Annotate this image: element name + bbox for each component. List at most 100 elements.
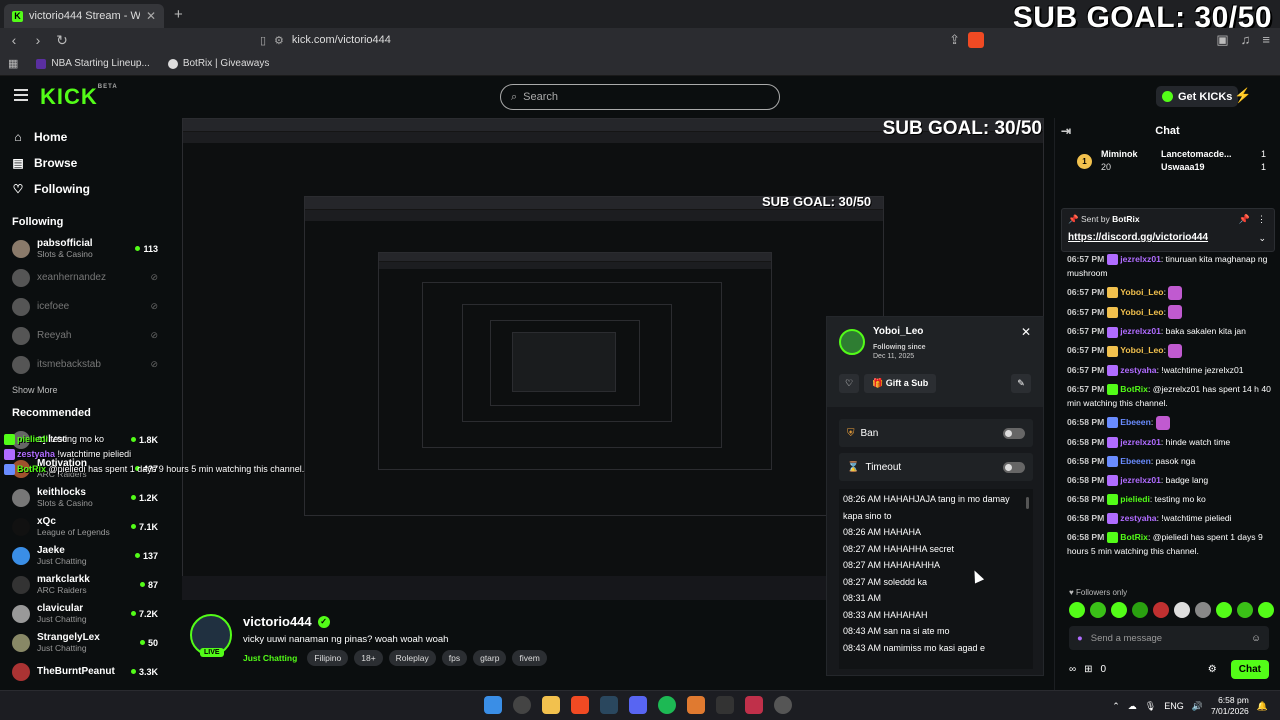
- app-icon[interactable]: [687, 696, 705, 714]
- category-link[interactable]: Just Chatting: [243, 653, 297, 663]
- hamburger-menu-icon[interactable]: [14, 89, 28, 104]
- emote[interactable]: [1258, 602, 1274, 618]
- nav-following[interactable]: ♡ Following: [0, 176, 170, 202]
- chevron-up-icon[interactable]: ⌃: [1112, 701, 1120, 712]
- chat-username[interactable]: Yoboi_Leo: [1120, 345, 1163, 355]
- show-more-link[interactable]: Show More: [0, 379, 170, 401]
- bookmark-nba[interactable]: NBA Starting Lineup...: [36, 58, 150, 69]
- tag[interactable]: gtarp: [473, 650, 507, 666]
- volume-icon[interactable]: 🔊: [1192, 701, 1203, 712]
- spotify-icon[interactable]: [658, 696, 676, 714]
- chat-username[interactable]: pieliedi: [1120, 494, 1150, 504]
- send-message-input[interactable]: ● Send a message ☺: [1069, 626, 1269, 650]
- microphone-icon[interactable]: ●: [1077, 633, 1083, 644]
- user-avatar[interactable]: ⚡: [1234, 87, 1251, 107]
- tag[interactable]: Roleplay: [388, 650, 436, 666]
- gifter-name[interactable]: Lancetomacde...: [1161, 149, 1232, 159]
- tag[interactable]: fps: [441, 650, 468, 666]
- share-icon[interactable]: ⇪: [949, 32, 960, 48]
- new-tab-button[interactable]: +: [174, 6, 183, 23]
- menu-icon[interactable]: ≡: [1262, 32, 1270, 48]
- sidebar-channel-clavicular[interactable]: clavicular Just Chatting 7.2K: [0, 599, 170, 628]
- more-options-icon[interactable]: ⋮: [1257, 214, 1266, 225]
- gift-sub-button[interactable]: 🎁 Gift a Sub: [864, 374, 937, 393]
- user-message-log[interactable]: 08:26 AM HAHAHJAJA tang in mo damay kapa…: [839, 489, 1033, 669]
- emoji-icon[interactable]: ☺: [1251, 633, 1261, 644]
- sidebar-channel-pabsofficial[interactable]: pabsofficial Slots & Casino 113: [0, 234, 170, 263]
- sidebar-channel-xqc[interactable]: xQc League of Legends 7.1K: [0, 512, 170, 541]
- sidebar-channel-theburntpeanut[interactable]: TheBurntPeanut 3.3K: [0, 657, 170, 686]
- timeout-toggle[interactable]: [1003, 461, 1025, 473]
- chat-send-button[interactable]: Chat: [1230, 659, 1269, 679]
- chat-username[interactable]: jezrelxz01: [1120, 475, 1161, 485]
- emote[interactable]: [1237, 602, 1253, 618]
- sidebar-channel-reeyah[interactable]: Reeyah ⊘: [0, 321, 170, 350]
- emote[interactable]: [1195, 602, 1211, 618]
- tag[interactable]: fivem: [512, 650, 547, 666]
- emote[interactable]: [1216, 602, 1232, 618]
- emote[interactable]: [1174, 602, 1190, 618]
- chat-username[interactable]: Ebeeen: [1120, 456, 1151, 466]
- brave-shield-icon[interactable]: [968, 32, 984, 48]
- media-icon[interactable]: ♫: [1241, 32, 1251, 48]
- pin-user-button[interactable]: ✎: [1011, 374, 1031, 393]
- close-tab-icon[interactable]: ✕: [146, 9, 156, 23]
- get-kicks-button[interactable]: Get KICKs: [1156, 86, 1239, 107]
- windows-start-icon[interactable]: [484, 696, 502, 714]
- terminal-icon[interactable]: [716, 696, 734, 714]
- close-icon[interactable]: ✕: [1021, 325, 1031, 339]
- gift-icon[interactable]: ⊞: [1084, 664, 1092, 675]
- sidebar-channel-markclarkk[interactable]: markclarkk ARC Raiders 87: [0, 570, 170, 599]
- obs-icon[interactable]: [774, 696, 792, 714]
- sidebar-channel-strangelylex[interactable]: StrangelyLex Just Chatting 50: [0, 628, 170, 657]
- back-icon[interactable]: ‹: [4, 32, 24, 48]
- chevron-down-icon[interactable]: ⌄: [1258, 233, 1266, 244]
- nav-browse[interactable]: ▤ Browse: [0, 150, 170, 176]
- apps-icon[interactable]: ▦: [8, 57, 18, 70]
- url-field[interactable]: ▯ ⚙ kick.com/victorio444: [260, 30, 994, 50]
- tag[interactable]: 18+: [354, 650, 383, 666]
- chat-username[interactable]: Yoboi_Leo: [1120, 307, 1163, 317]
- popup-username[interactable]: Yoboi_Leo: [873, 326, 923, 337]
- sidebar-channel-icefoee[interactable]: icefoee ⊘: [0, 292, 170, 321]
- emote[interactable]: [1153, 602, 1169, 618]
- search-icon[interactable]: [513, 696, 531, 714]
- network-icon[interactable]: ☁: [1128, 701, 1137, 712]
- pinned-message[interactable]: 📌 Sent by BotRix https://discord.gg/vict…: [1061, 208, 1275, 252]
- bookmark-icon[interactable]: ▯: [260, 34, 266, 47]
- chat-username[interactable]: jezrelxz01: [1120, 254, 1161, 264]
- chat-username[interactable]: zestyaha: [1120, 513, 1156, 523]
- emote[interactable]: [1069, 602, 1085, 618]
- sidebar-channel-jaeke[interactable]: Jaeke Just Chatting 137: [0, 541, 170, 570]
- chat-username[interactable]: Ebeeen: [1120, 417, 1151, 427]
- gifter-name[interactable]: Miminok: [1101, 149, 1138, 159]
- language-indicator[interactable]: ENG: [1164, 701, 1184, 711]
- collapse-chat-icon[interactable]: ⇥: [1061, 124, 1071, 138]
- scrollbar[interactable]: [1026, 497, 1029, 509]
- tag[interactable]: Filipino: [307, 650, 349, 666]
- emote[interactable]: [1090, 602, 1106, 618]
- bookmark-botrix[interactable]: BotRix | Giveaways: [167, 58, 269, 69]
- search-input[interactable]: ⌕ Search: [500, 84, 780, 110]
- notification-icon[interactable]: 🔔: [1257, 701, 1268, 712]
- chat-username[interactable]: jezrelxz01: [1120, 326, 1161, 336]
- sidebar-channel-itsmebackstab[interactable]: itsmebackstab ⊘: [0, 350, 170, 379]
- emote[interactable]: [1132, 602, 1148, 618]
- channel-name[interactable]: victorio444 ✓: [243, 614, 330, 629]
- chat-username[interactable]: zestyaha: [1120, 365, 1156, 375]
- sidebar-toggle-icon[interactable]: ▣: [1216, 32, 1228, 48]
- gifter-name[interactable]: Uswaaa19: [1161, 162, 1205, 172]
- emote[interactable]: [1111, 602, 1127, 618]
- brave-browser-icon[interactable]: [571, 696, 589, 714]
- browser-tab[interactable]: K victorio444 Stream - Watch Live ✕: [4, 4, 164, 28]
- file-explorer-icon[interactable]: [542, 696, 560, 714]
- pin-icon[interactable]: 📌: [1239, 214, 1250, 225]
- nav-home[interactable]: ⌂ Home: [0, 124, 170, 150]
- sidebar-channel-keithlocks[interactable]: keithlocks Slots & Casino 1.2K: [0, 483, 170, 512]
- chat-username[interactable]: BotRix: [1120, 384, 1148, 394]
- clock[interactable]: 6:58 pm 7/01/2026: [1211, 695, 1249, 717]
- steam-icon[interactable]: [600, 696, 618, 714]
- sidebar-channel-xeanhernandez[interactable]: xeanhernandez ⊘: [0, 263, 170, 292]
- discord-icon[interactable]: [629, 696, 647, 714]
- site-settings-icon[interactable]: ⚙: [274, 34, 284, 47]
